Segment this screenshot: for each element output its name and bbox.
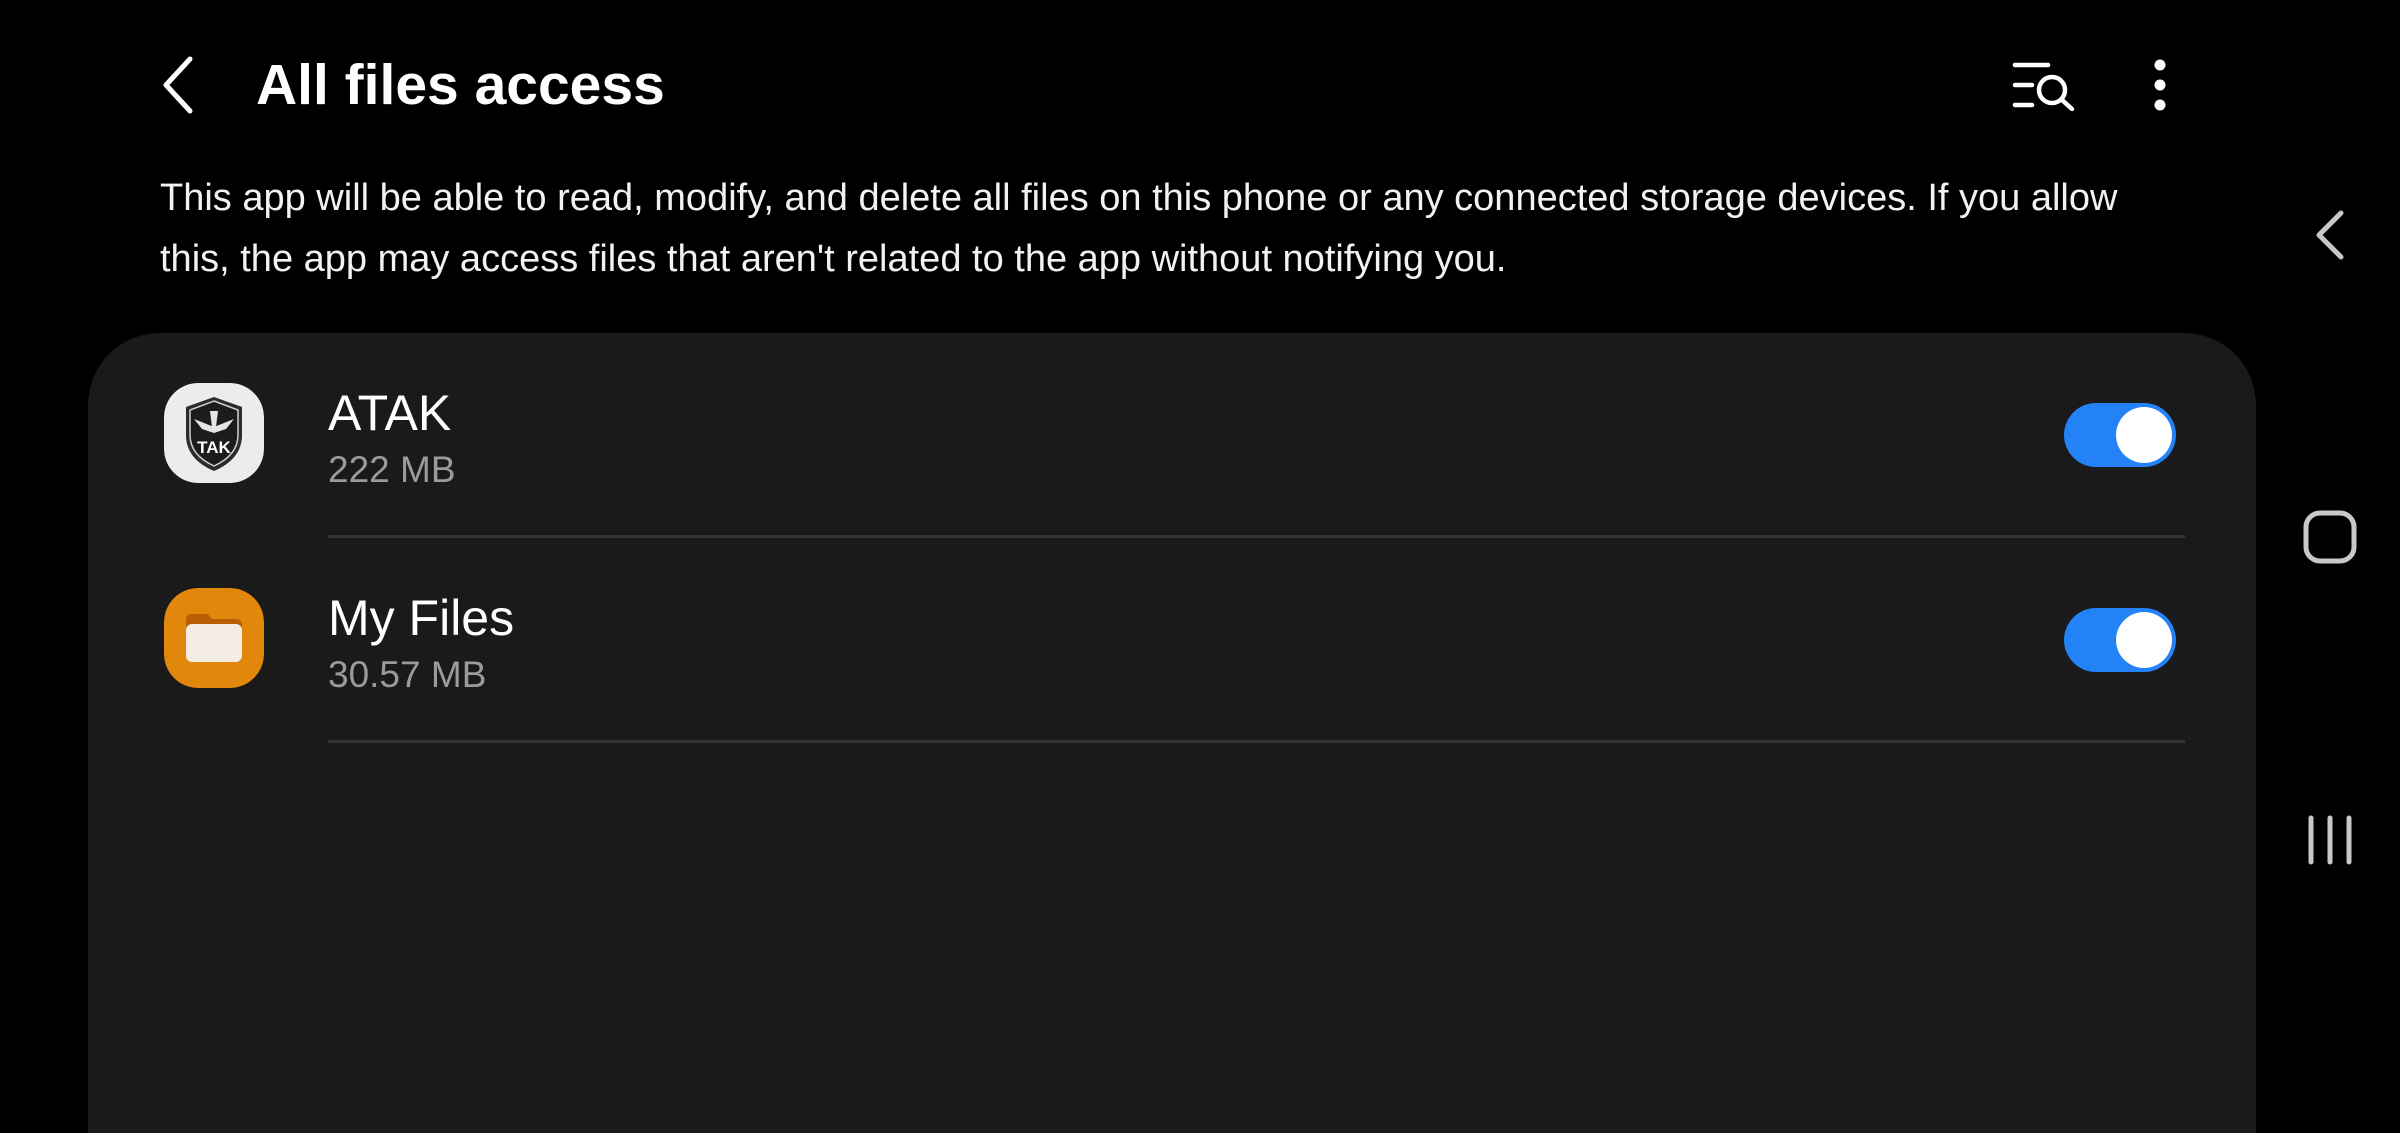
app-size: 222 MB	[328, 449, 456, 490]
nav-back-icon	[2316, 210, 2344, 260]
app-bar: All files access	[0, 0, 2260, 170]
toggle-knob	[2116, 612, 2172, 668]
atak-icon-text: TAK	[197, 438, 231, 457]
app-size: 30.57 MB	[328, 654, 487, 695]
more-options-icon	[2154, 59, 2166, 111]
nav-home-button[interactable]	[2290, 497, 2370, 577]
more-options-button[interactable]	[2125, 50, 2195, 120]
back-arrow-icon	[163, 56, 193, 114]
toggle-knob	[2116, 407, 2172, 463]
atak-app-icon: TAK	[164, 383, 264, 483]
nav-home-icon	[2303, 510, 2357, 564]
app-list-card: TAK ATAK 222 MB My Files 30.57 MB	[88, 333, 2256, 1133]
app-name: ATAK	[328, 385, 452, 441]
nav-recents-button[interactable]	[2290, 800, 2370, 880]
my-files-access-toggle[interactable]	[2064, 608, 2176, 672]
nav-back-button[interactable]	[2290, 195, 2370, 275]
description-text: This app will be able to read, modify, a…	[160, 177, 2118, 280]
app-name: My Files	[328, 590, 515, 646]
page-title: All files access	[256, 53, 665, 117]
app-row-my-files[interactable]: My Files 30.57 MB	[88, 538, 2256, 743]
nav-recents-icon	[2308, 815, 2352, 865]
my-files-app-icon	[164, 588, 264, 688]
atak-access-toggle[interactable]	[2064, 403, 2176, 467]
back-button[interactable]	[150, 45, 210, 125]
divider	[328, 740, 2185, 743]
navigation-bar	[2260, 0, 2400, 1080]
search-button[interactable]	[2010, 50, 2080, 120]
app-row-atak[interactable]: TAK ATAK 222 MB	[88, 333, 2256, 538]
search-list-icon	[2012, 62, 2075, 111]
